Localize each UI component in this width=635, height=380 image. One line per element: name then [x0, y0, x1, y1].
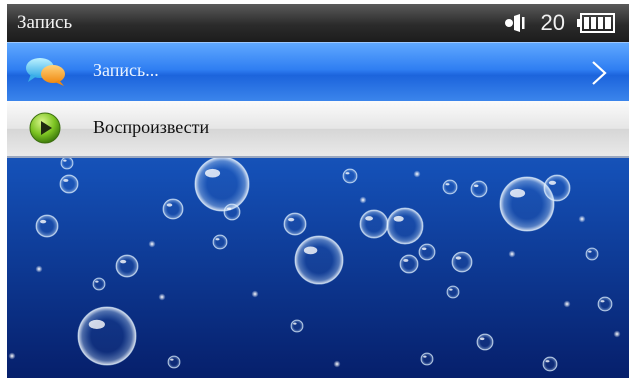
menu-item-label: Воспроизвести	[93, 117, 210, 137]
menu-item-play[interactable]: Воспроизвести	[7, 101, 629, 158]
menu-item-label: Запись...	[93, 60, 159, 80]
play-icon	[29, 112, 61, 144]
menu-item-record[interactable]: Запись...	[7, 42, 629, 102]
status-indicators: 20	[504, 10, 615, 36]
chevron-right-icon	[592, 61, 607, 85]
volume-level: 20	[540, 10, 565, 35]
battery-icon	[577, 13, 615, 33]
speaker-icon	[504, 14, 525, 32]
screen-title: Запись	[17, 12, 73, 33]
chat-bubbles-icon	[26, 58, 65, 86]
status-bar: Запись 20	[7, 4, 629, 42]
device-screen: Запись 20 Запись... Воспроизвести	[7, 4, 629, 378]
